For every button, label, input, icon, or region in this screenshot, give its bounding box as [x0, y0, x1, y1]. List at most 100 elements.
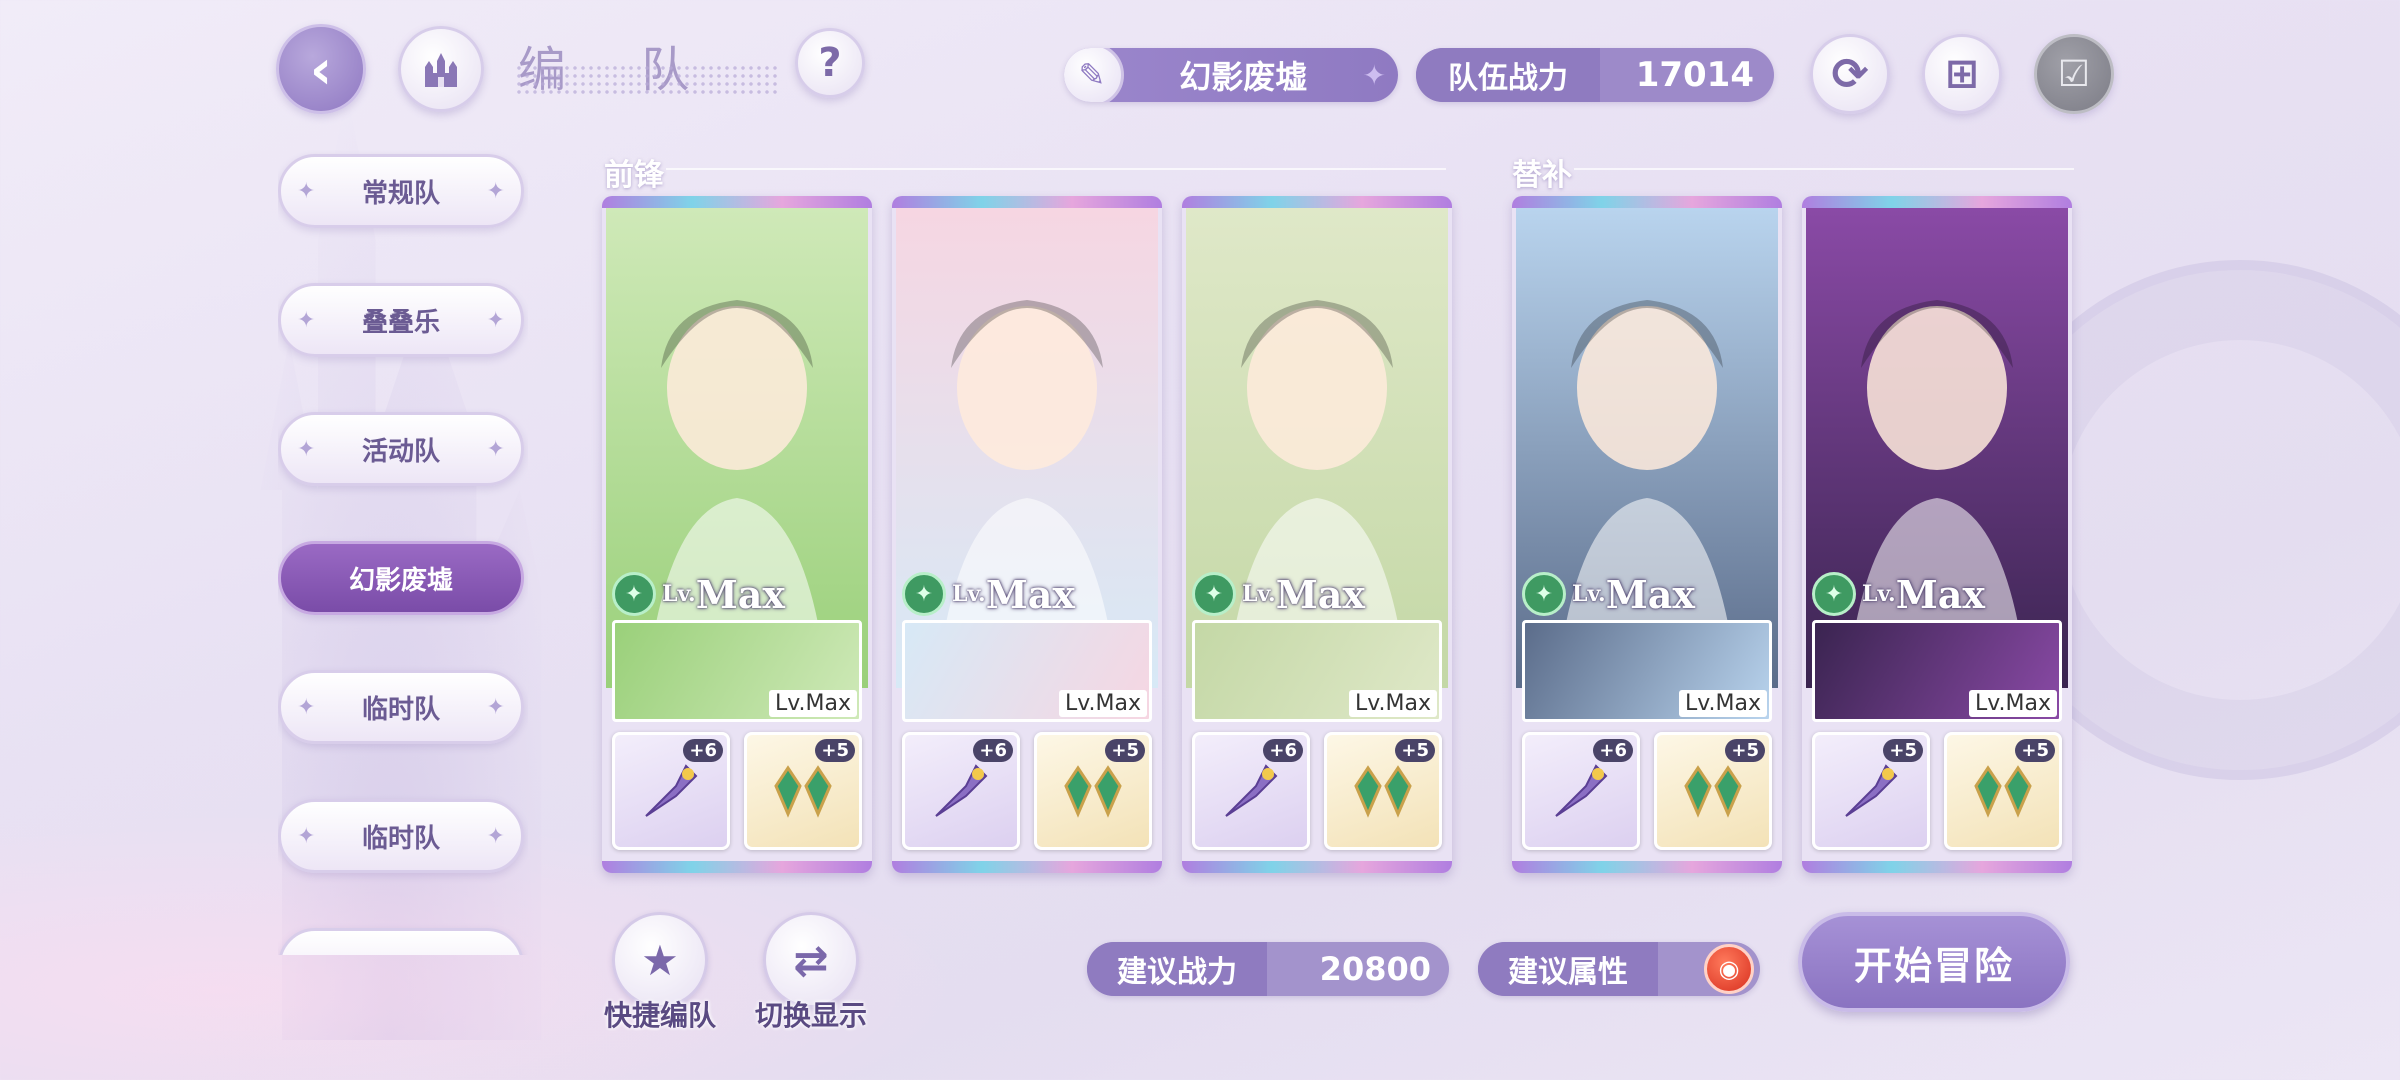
level-value: Max [1275, 571, 1366, 617]
support-portrait[interactable]: Lv.Max [1192, 620, 1442, 722]
level-prefix: Lv. [1242, 581, 1276, 607]
section-front-label: 前锋 [604, 158, 664, 193]
team-tab-label: 幻影废墟 [348, 565, 453, 596]
character-card[interactable]: ✦ Lv. Max Lv.Max +6 +5 [892, 196, 1162, 873]
character-level: ✦ Lv. Max [1522, 568, 1695, 620]
start-adventure-button[interactable]: 开始冒险 [1798, 912, 2070, 1012]
enhance-level: +6 [973, 739, 1013, 762]
suggested-power: 建议战力 20800 [1087, 942, 1449, 996]
refresh-icon: ⟳ [1831, 48, 1869, 100]
quick-team-button[interactable]: ★ 快捷编队 [604, 912, 716, 1034]
stage-name: 幻影废墟 [1179, 58, 1308, 96]
gem-icon [1354, 765, 1412, 818]
team-tab-temp-2[interactable]: ✦ 临时队 ✦ [278, 799, 524, 873]
refresh-button[interactable]: ⟳ [1810, 34, 1890, 114]
gem-slot[interactable]: +5 [1654, 732, 1772, 850]
team-tab-event[interactable]: ✦ 活动队 ✦ [278, 412, 524, 486]
support-level: Lv.Max [1348, 690, 1437, 717]
team-tab-regular[interactable]: ✦ 常规队 ✦ [278, 154, 524, 228]
support-level: Lv.Max [1678, 690, 1767, 717]
character-level: ✦ Lv. Max [1192, 568, 1365, 620]
card-rim [1182, 861, 1452, 873]
weapon-icon [1845, 764, 1898, 817]
suggested-power-label: 建议战力 [1087, 942, 1267, 996]
team-tab-partial[interactable] [278, 928, 524, 955]
team-tabs: ✦ 常规队 ✦ ✦ 叠叠乐 ✦ ✦ 活动队 ✦ ✦ 幻影废墟 ✦ ✦ 临时队 ✦… [278, 150, 528, 955]
gem-icon [774, 765, 832, 818]
diamond-icon: ✦ [297, 178, 316, 204]
level-value: Max [1895, 571, 1986, 617]
level-prefix: Lv. [952, 581, 986, 607]
top-bar: ‹ 编 队 ? ✎ 幻影废墟 ✦ 队伍战力 17014 ⟳ ⊞ ☑ [0, 0, 2400, 140]
equipment-row: +6 +5 [902, 732, 1152, 850]
enhance-level: +5 [1395, 739, 1435, 762]
castle-icon [425, 53, 457, 87]
support-level: Lv.Max [1058, 690, 1147, 717]
team-power-value: 17014 [1635, 55, 1754, 95]
weapon-slot[interactable]: +5 [1812, 732, 1930, 850]
enhance-level: +5 [1105, 739, 1145, 762]
checklist-button[interactable]: ☑ [2034, 34, 2114, 114]
character-card[interactable]: ✦ Lv. Max Lv.Max +6 +5 [1512, 196, 1782, 873]
weapon-slot[interactable]: +6 [612, 732, 730, 850]
team-tab-label: 临时队 [361, 823, 440, 854]
team-tab-phantom-ruins[interactable]: ✦ 幻影废墟 ✦ [278, 541, 524, 615]
team-tab-label: 常规队 [361, 178, 440, 209]
home-button[interactable] [398, 26, 484, 112]
character-level: ✦ Lv. Max [612, 568, 785, 620]
switch-display-label: 切换显示 [755, 999, 868, 1032]
weapon-slot[interactable]: +6 [1192, 732, 1310, 850]
support-level: Lv.Max [768, 690, 857, 717]
gem-slot[interactable]: +5 [744, 732, 862, 850]
class-icon: ✦ [902, 572, 946, 616]
character-level: ✦ Lv. Max [1812, 568, 1985, 620]
diamond-icon: ✦ [297, 823, 316, 849]
card-rim [892, 861, 1162, 873]
level-value: Max [1605, 571, 1696, 617]
copy-plus-icon: ⊞ [1945, 51, 1979, 97]
gem-slot[interactable]: +5 [1324, 732, 1442, 850]
back-button[interactable]: ‹ [276, 24, 366, 114]
level-prefix: Lv. [1572, 581, 1606, 607]
team-tab-label: 临时队 [361, 694, 440, 725]
gem-icon [1684, 765, 1742, 818]
class-icon: ✦ [1522, 572, 1566, 616]
switch-display-button[interactable]: ⇄ 切换显示 [755, 912, 867, 1034]
gem-icon [1064, 765, 1122, 818]
help-button[interactable]: ? [795, 28, 865, 98]
gem-slot[interactable]: +5 [1944, 732, 2062, 850]
team-tab-temp-1[interactable]: ✦ 临时队 ✦ [278, 670, 524, 744]
diamond-icon: ✦ [486, 694, 505, 720]
diamond-icon: ✦ [297, 566, 315, 591]
enhance-level: +5 [2015, 739, 2055, 762]
character-card[interactable]: ✦ Lv. Max Lv.Max +6 +5 [1182, 196, 1452, 873]
level-value: Max [695, 571, 786, 617]
card-rim [1512, 196, 1782, 208]
section-sub-label: 替补 [1512, 158, 1572, 193]
card-rim [1512, 861, 1782, 873]
character-card[interactable]: ✦ Lv. Max Lv.Max +6 +5 [602, 196, 872, 873]
team-tab-label: 活动队 [361, 436, 440, 467]
card-rim [602, 196, 872, 208]
weapon-slot[interactable]: +6 [1522, 732, 1640, 850]
enhance-level: +6 [683, 739, 723, 762]
weapon-slot[interactable]: +6 [902, 732, 1020, 850]
weapon-icon [1225, 764, 1278, 817]
equipment-row: +6 +5 [1192, 732, 1442, 850]
level-prefix: Lv. [662, 581, 696, 607]
support-portrait[interactable]: Lv.Max [612, 620, 862, 722]
support-portrait[interactable]: Lv.Max [1812, 620, 2062, 722]
copy-team-button[interactable]: ⊞ [1922, 34, 2002, 114]
character-card[interactable]: ✦ Lv. Max Lv.Max +5 +5 [1802, 196, 2072, 873]
stage-selector[interactable]: ✎ 幻影废墟 ✦ [1064, 48, 1398, 102]
card-rim [1802, 196, 2072, 208]
fire-element-icon[interactable]: ◉ [1704, 944, 1754, 994]
team-tab-stack[interactable]: ✦ 叠叠乐 ✦ [278, 283, 524, 357]
diamond-icon: ✦ [297, 436, 316, 462]
support-portrait[interactable]: Lv.Max [902, 620, 1152, 722]
support-portrait[interactable]: Lv.Max [1522, 620, 1772, 722]
gem-slot[interactable]: +5 [1034, 732, 1152, 850]
diamond-icon: ✦ [487, 566, 505, 591]
diamond-icon: ✦ [486, 823, 505, 849]
support-level: Lv.Max [1968, 690, 2057, 717]
